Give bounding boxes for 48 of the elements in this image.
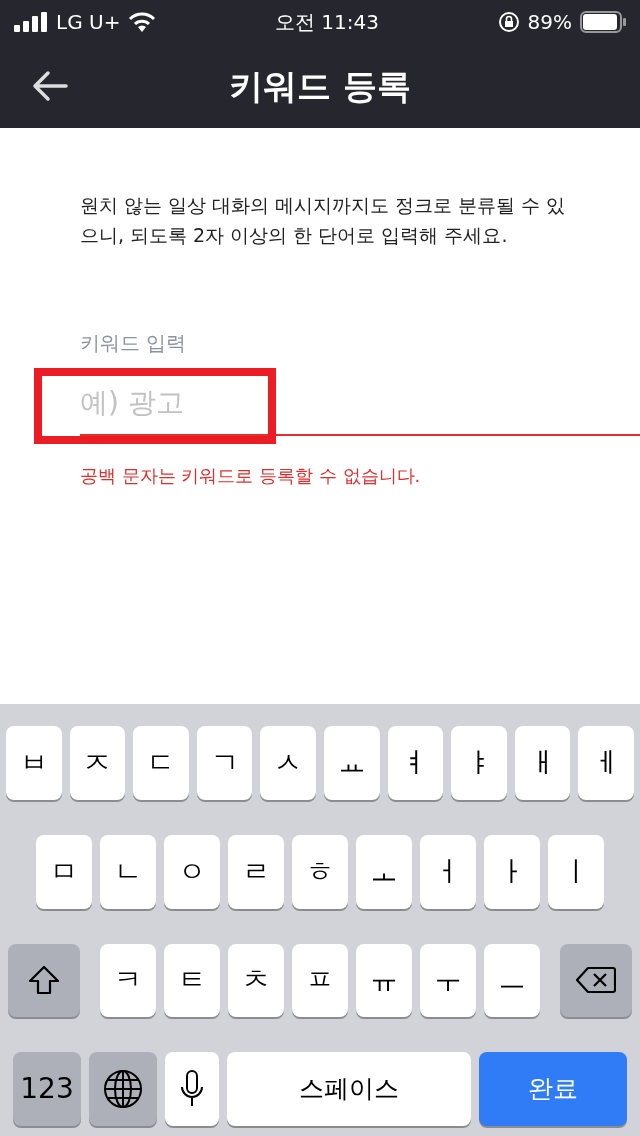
signal-icon <box>14 12 48 32</box>
keyboard-key[interactable]: ㅡ <box>484 943 540 1018</box>
microphone-key[interactable] <box>165 1052 219 1126</box>
shift-icon <box>28 965 60 996</box>
space-key[interactable]: 스페이스 <box>227 1052 471 1126</box>
keyboard-key[interactable]: ㅂ <box>6 726 62 800</box>
rotation-lock-icon <box>497 11 520 33</box>
keyboard-key[interactable]: ㅑ <box>451 726 507 800</box>
battery-percent: 89% <box>527 9 572 36</box>
status-time: 오전 11:43 <box>274 9 379 36</box>
keyboard-key[interactable]: ㅐ <box>514 726 571 800</box>
globe-icon <box>103 1069 143 1110</box>
keyboard-key[interactable]: ㅜ <box>420 943 476 1018</box>
keyboard-key[interactable]: ㅓ <box>420 834 476 909</box>
keyboard-key[interactable]: ㅇ <box>164 834 220 909</box>
done-key[interactable]: 완료 <box>479 1052 627 1126</box>
keyboard-key[interactable]: ㅣ <box>548 834 604 909</box>
keyboard-key[interactable]: ㅗ <box>356 834 412 909</box>
keyboard-key[interactable]: ㅋ <box>100 943 156 1018</box>
keyboard-key[interactable]: ㅍ <box>292 943 348 1018</box>
number-mode-key[interactable]: 123 <box>13 1052 81 1126</box>
error-message: 공백 문자는 키워드로 등록할 수 없습니다. <box>80 464 422 488</box>
wifi-icon <box>128 12 157 32</box>
keyboard-key[interactable]: ㄱ <box>196 726 253 800</box>
keyboard-key[interactable]: ㄴ <box>100 834 156 909</box>
keyboard-key[interactable]: ㅌ <box>164 943 220 1018</box>
keyboard-key[interactable]: ㅏ <box>484 834 540 909</box>
keyboard-key[interactable]: ㅈ <box>69 726 126 800</box>
keyboard-key[interactable]: ㅛ <box>324 726 380 800</box>
keyboard-key[interactable]: ㅔ <box>578 726 634 800</box>
keyword-input[interactable]: 예) 광고 <box>80 374 380 430</box>
keyboard-key[interactable]: ㄷ <box>133 726 189 800</box>
backspace-icon <box>576 966 616 995</box>
keyboard-key[interactable]: ㅎ <box>292 834 348 909</box>
field-label: 키워드 입력 <box>80 330 188 357</box>
backspace-key[interactable] <box>560 943 632 1018</box>
keyboard-key[interactable]: ㄹ <box>228 834 284 909</box>
shift-key[interactable] <box>8 943 80 1018</box>
keyboard-key[interactable]: ㅠ <box>356 943 412 1018</box>
keyboard-key[interactable]: ㅅ <box>260 726 316 800</box>
back-arrow-icon <box>32 70 68 102</box>
notice-text: 원치 않는 일상 대화의 메시지까지도 정크로 분류될 수 있으니, 되도록 2자 이상의 한 단어로 입력해 주세요. <box>80 193 567 248</box>
keyboard-key[interactable]: ㅕ <box>387 726 444 800</box>
carrier-name: LG U+ <box>56 9 121 36</box>
screen-title: 키워드 등록 <box>229 64 411 108</box>
globe-key[interactable] <box>89 1052 157 1126</box>
keyboard-key[interactable]: ㅁ <box>36 834 92 909</box>
keyboard-key[interactable]: ㅊ <box>228 943 284 1018</box>
